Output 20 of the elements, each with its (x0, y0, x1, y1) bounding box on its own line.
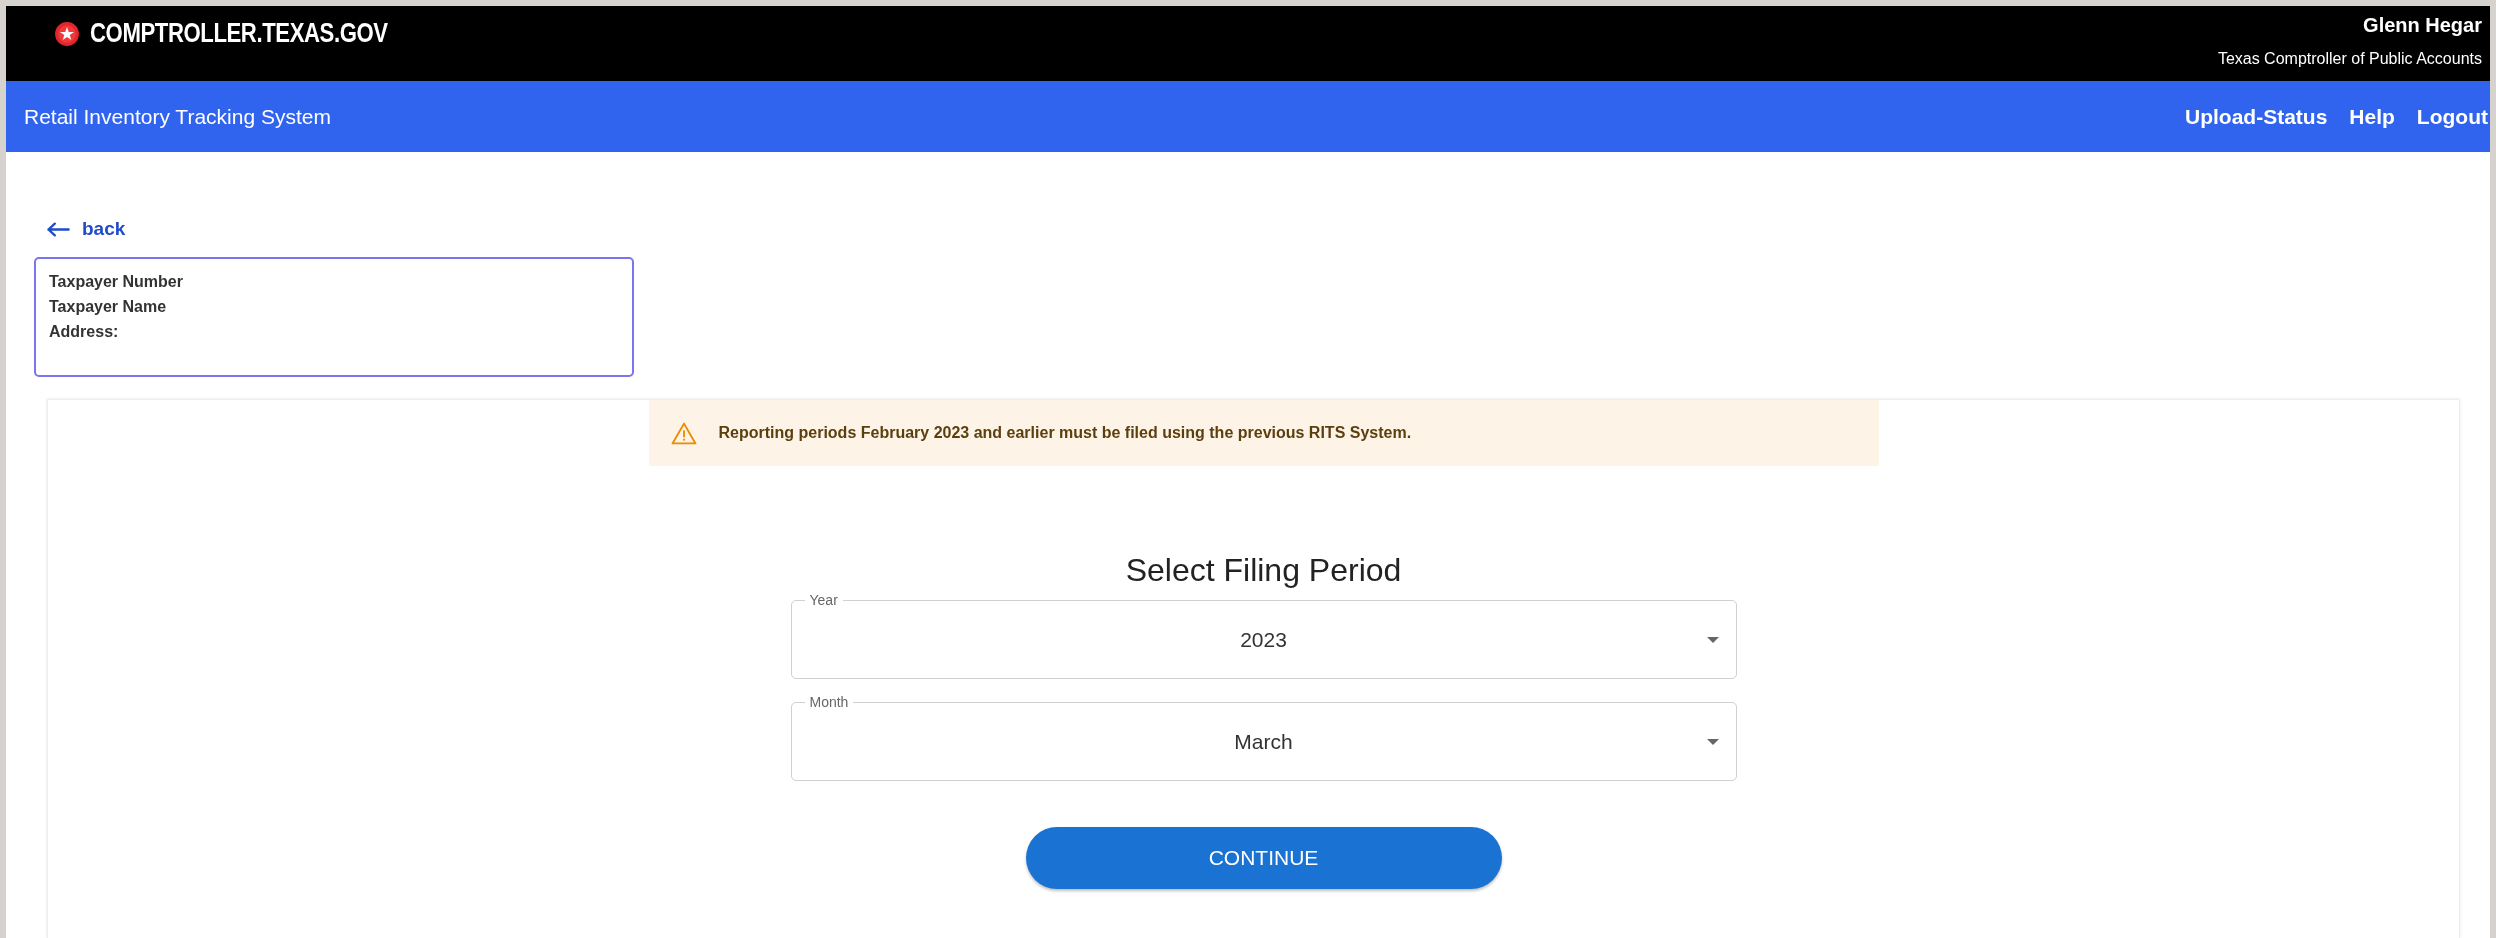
back-link[interactable]: back (44, 218, 126, 240)
info-label: Taxpayer Number (49, 272, 184, 292)
caret-icon (1706, 637, 1719, 643)
continue-button[interactable]: CONTINUE (1025, 827, 1502, 889)
dropdown-field[interactable]: Month March (790, 693, 1737, 781)
info-label: Taxpayer Name (49, 297, 168, 317)
warning-icon (670, 421, 697, 445)
caret-icon (1706, 739, 1719, 745)
official-name: Glenn Hegar (2362, 14, 2482, 37)
official-title: Texas Comptroller of Public Accounts (2217, 50, 2482, 68)
nav-link[interactable]: Help (2349, 104, 2395, 129)
nav-link[interactable]: Logout (2416, 104, 2488, 129)
arrow-left-icon (44, 220, 72, 238)
dropdown-field[interactable]: Year 2023 (790, 591, 1737, 679)
nav-link[interactable]: Upload-Status (2185, 104, 2328, 129)
logo-link[interactable]: COMPTROLLER.TEXAS.GOV (54, 18, 454, 49)
app-title: Retail Inventory Tracking System (24, 104, 331, 129)
form-title: Select Filing Period (1125, 552, 1402, 589)
warning-message: Reporting periods February 2023 and earlier must be filed using the previous RITS System. (718, 424, 1412, 442)
info-label: Address: (49, 322, 120, 342)
